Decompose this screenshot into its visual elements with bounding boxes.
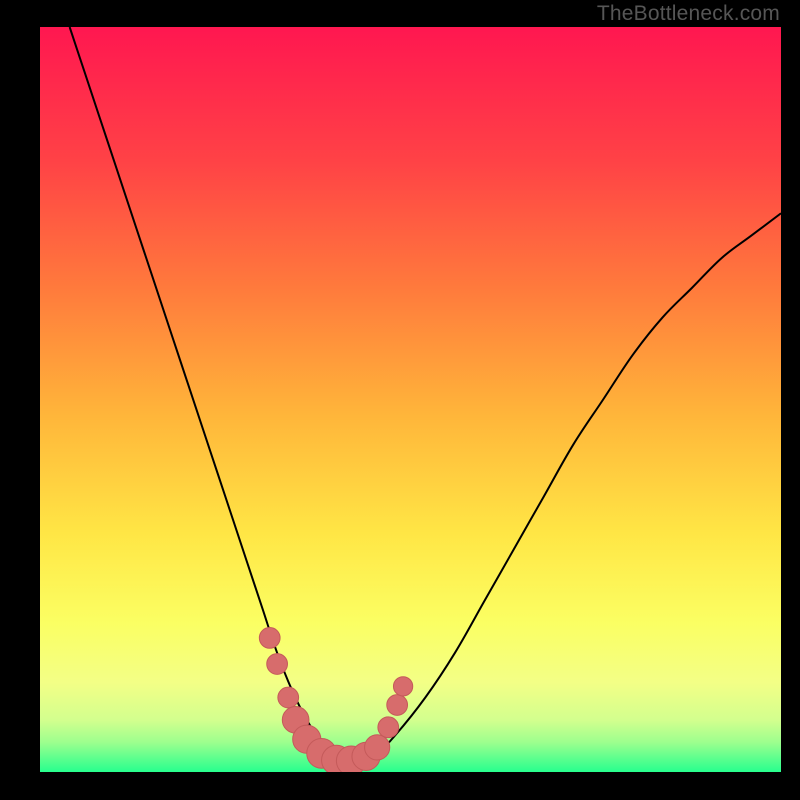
curve-marker xyxy=(393,677,412,696)
curve-marker xyxy=(378,717,399,738)
plot-area xyxy=(40,27,781,772)
curve-marker xyxy=(267,654,288,675)
curve-marker xyxy=(365,735,390,760)
watermark-text: TheBottleneck.com xyxy=(597,2,780,26)
curve-marker xyxy=(259,628,280,649)
chart-frame: TheBottleneck.com xyxy=(0,0,800,800)
curve-marker xyxy=(278,687,299,708)
bottleneck-curve xyxy=(40,27,781,772)
curve-path xyxy=(70,27,781,765)
curve-marker xyxy=(387,695,408,716)
